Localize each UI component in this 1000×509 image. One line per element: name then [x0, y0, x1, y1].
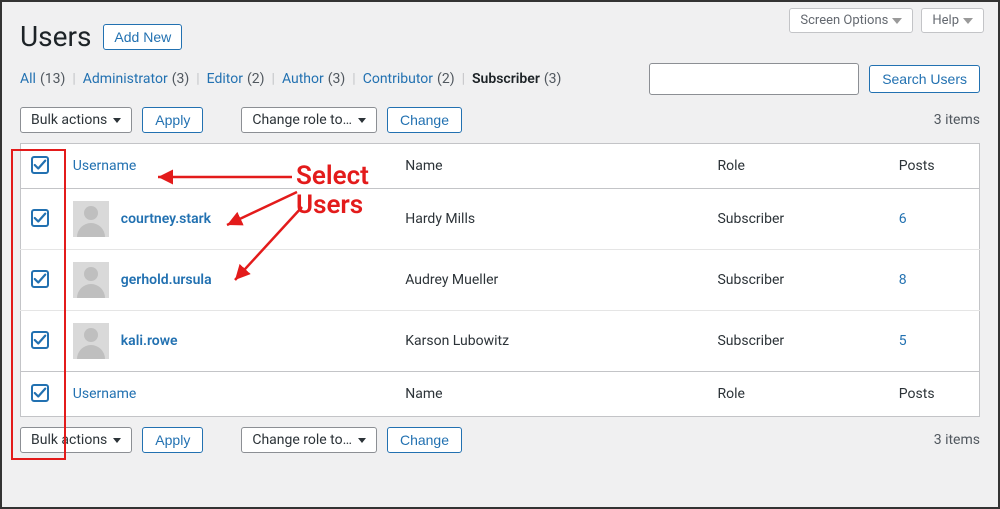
search-users-button[interactable]: Search Users	[869, 65, 980, 93]
column-role-footer: Role	[707, 372, 888, 417]
column-name: Name	[395, 144, 707, 189]
search-input[interactable]	[649, 63, 859, 95]
row-checkbox[interactable]	[31, 331, 49, 349]
filter-links: All (13) | Administrator (3) | Editor (2…	[20, 71, 561, 87]
name-cell: Hardy Mills	[395, 189, 707, 250]
username-link[interactable]: courtney.stark	[121, 211, 211, 227]
role-cell: Subscriber	[707, 311, 888, 372]
check-icon	[33, 386, 47, 400]
check-icon	[33, 158, 47, 172]
change-button-bottom[interactable]: Change	[387, 427, 462, 453]
chevron-down-icon	[113, 118, 121, 123]
row-checkbox[interactable]	[31, 270, 49, 288]
column-username[interactable]: Username	[73, 158, 137, 174]
select-all-checkbox[interactable]	[31, 156, 49, 174]
change-role-select[interactable]: Change role to…	[241, 107, 377, 133]
users-table: Username Name Role Posts courtney.stark …	[20, 143, 980, 417]
select-all-checkbox-footer[interactable]	[31, 384, 49, 402]
posts-link[interactable]: 5	[899, 333, 907, 349]
name-cell: Audrey Mueller	[395, 250, 707, 311]
table-row: gerhold.ursula Audrey Mueller Subscriber…	[21, 250, 980, 311]
filter-administrator[interactable]: Administrator	[83, 71, 168, 87]
add-new-button[interactable]: Add New	[103, 24, 182, 50]
filter-author[interactable]: Author	[282, 71, 324, 87]
chevron-down-icon	[358, 118, 366, 123]
role-cell: Subscriber	[707, 189, 888, 250]
column-username-footer[interactable]: Username	[73, 386, 137, 402]
apply-button[interactable]: Apply	[142, 107, 203, 133]
name-cell: Karson Lubowitz	[395, 311, 707, 372]
chevron-down-icon	[113, 438, 121, 443]
filter-contributor[interactable]: Contributor	[363, 71, 433, 87]
column-posts: Posts	[889, 144, 980, 189]
chevron-down-icon	[892, 18, 902, 24]
items-count-bottom: 3 items	[934, 432, 980, 448]
avatar	[73, 201, 109, 237]
username-link[interactable]: gerhold.ursula	[121, 272, 212, 288]
chevron-down-icon	[963, 18, 973, 24]
bulk-actions-select[interactable]: Bulk actions	[20, 107, 132, 133]
row-checkbox[interactable]	[31, 209, 49, 227]
posts-link[interactable]: 6	[899, 211, 907, 227]
check-icon	[33, 272, 47, 286]
avatar	[73, 323, 109, 359]
items-count: 3 items	[934, 112, 980, 128]
table-row: courtney.stark Hardy Mills Subscriber 6	[21, 189, 980, 250]
filter-editor[interactable]: Editor	[207, 71, 243, 87]
change-role-select-bottom[interactable]: Change role to…	[241, 427, 377, 453]
posts-link[interactable]: 8	[899, 272, 907, 288]
column-name-footer: Name	[395, 372, 707, 417]
table-row: kali.rowe Karson Lubowitz Subscriber 5	[21, 311, 980, 372]
change-button[interactable]: Change	[387, 107, 462, 133]
filter-subscriber[interactable]: Subscriber	[472, 71, 540, 87]
role-cell: Subscriber	[707, 250, 888, 311]
check-icon	[33, 211, 47, 225]
page-title: Users	[20, 20, 91, 53]
filter-all[interactable]: All	[20, 71, 36, 87]
username-link[interactable]: kali.rowe	[121, 333, 178, 349]
avatar	[73, 262, 109, 298]
apply-button-bottom[interactable]: Apply	[142, 427, 203, 453]
screen-options-button[interactable]: Screen Options	[789, 8, 913, 33]
screen-options-label: Screen Options	[800, 13, 888, 28]
check-icon	[33, 333, 47, 347]
column-role: Role	[707, 144, 888, 189]
chevron-down-icon	[358, 438, 366, 443]
bulk-actions-select-bottom[interactable]: Bulk actions	[20, 427, 132, 453]
help-label: Help	[932, 13, 959, 28]
column-posts-footer: Posts	[889, 372, 980, 417]
help-button[interactable]: Help	[921, 8, 984, 33]
